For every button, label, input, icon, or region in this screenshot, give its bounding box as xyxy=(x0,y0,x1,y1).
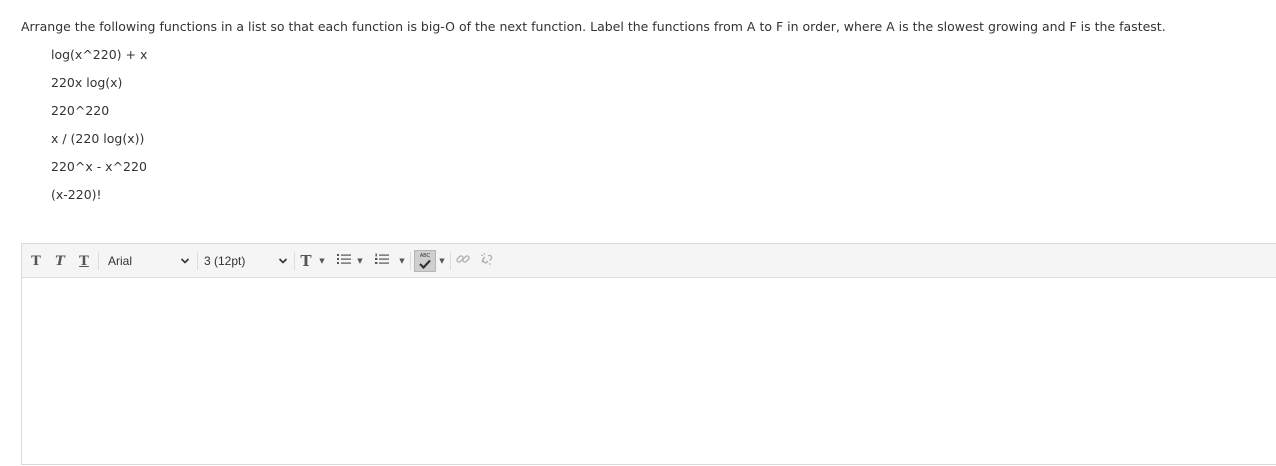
caret-down-icon: ▼ xyxy=(357,257,363,265)
question-prompt: Arrange the following functions in a lis… xyxy=(21,19,1166,34)
function-item: x / (220 log(x)) xyxy=(51,131,145,146)
italic-button[interactable]: T xyxy=(52,250,68,272)
function-item: 220x log(x) xyxy=(51,75,123,90)
bullet-list-dropdown[interactable]: ▼ xyxy=(356,250,364,272)
link-icon xyxy=(455,252,471,270)
function-item: log(x^220) + x xyxy=(51,47,148,62)
toolbar-divider xyxy=(98,252,99,270)
function-item: (x-220)! xyxy=(51,187,102,202)
numbered-list-button[interactable] xyxy=(373,250,391,272)
toolbar-divider xyxy=(294,252,295,270)
spellcheck-button[interactable]: ABC xyxy=(414,250,436,272)
underline-button[interactable]: T xyxy=(76,250,92,272)
bold-icon: T xyxy=(31,253,41,269)
function-item: 220^220 xyxy=(51,103,110,118)
font-size-value: 3 (12pt) xyxy=(204,254,246,268)
text-format-dropdown[interactable]: ▼ xyxy=(318,250,326,272)
bullet-list-icon xyxy=(336,252,352,270)
editor-content-area[interactable] xyxy=(22,278,1276,464)
rich-text-editor: T T T Arial 3 (12pt) T ▼ ▼ ▼ ABC ▼ xyxy=(21,243,1276,465)
toolbar-divider xyxy=(450,252,451,270)
toolbar-divider xyxy=(410,252,411,270)
font-family-select[interactable]: Arial xyxy=(102,250,194,272)
caret-down-icon: ▼ xyxy=(319,257,325,265)
font-family-value: Arial xyxy=(108,254,133,268)
unlink-icon xyxy=(479,252,495,270)
function-list: log(x^220) + x 220x log(x) 220^220 x / (… xyxy=(51,46,147,214)
text-format-button[interactable]: T xyxy=(298,250,314,272)
chevron-down-icon xyxy=(180,255,190,269)
function-item: 220^x - x^220 xyxy=(51,159,147,174)
numbered-list-icon xyxy=(374,252,390,270)
caret-down-icon: ▼ xyxy=(439,257,445,265)
font-size-select[interactable]: 3 (12pt) xyxy=(198,250,292,272)
text-format-icon: T xyxy=(300,252,312,270)
unlink-button[interactable] xyxy=(478,250,496,272)
numbered-list-dropdown[interactable]: ▼ xyxy=(398,250,406,272)
spellcheck-dropdown[interactable]: ▼ xyxy=(438,250,446,272)
italic-icon: T xyxy=(55,253,65,269)
link-button[interactable] xyxy=(454,250,472,272)
bullet-list-button[interactable] xyxy=(335,250,353,272)
editor-toolbar: T T T Arial 3 (12pt) T ▼ ▼ ▼ ABC ▼ xyxy=(22,244,1276,278)
underline-icon: T xyxy=(79,253,89,269)
chevron-down-icon xyxy=(278,255,288,269)
spellcheck-icon: ABC xyxy=(418,253,432,269)
caret-down-icon: ▼ xyxy=(399,257,405,265)
bold-button[interactable]: T xyxy=(28,250,44,272)
